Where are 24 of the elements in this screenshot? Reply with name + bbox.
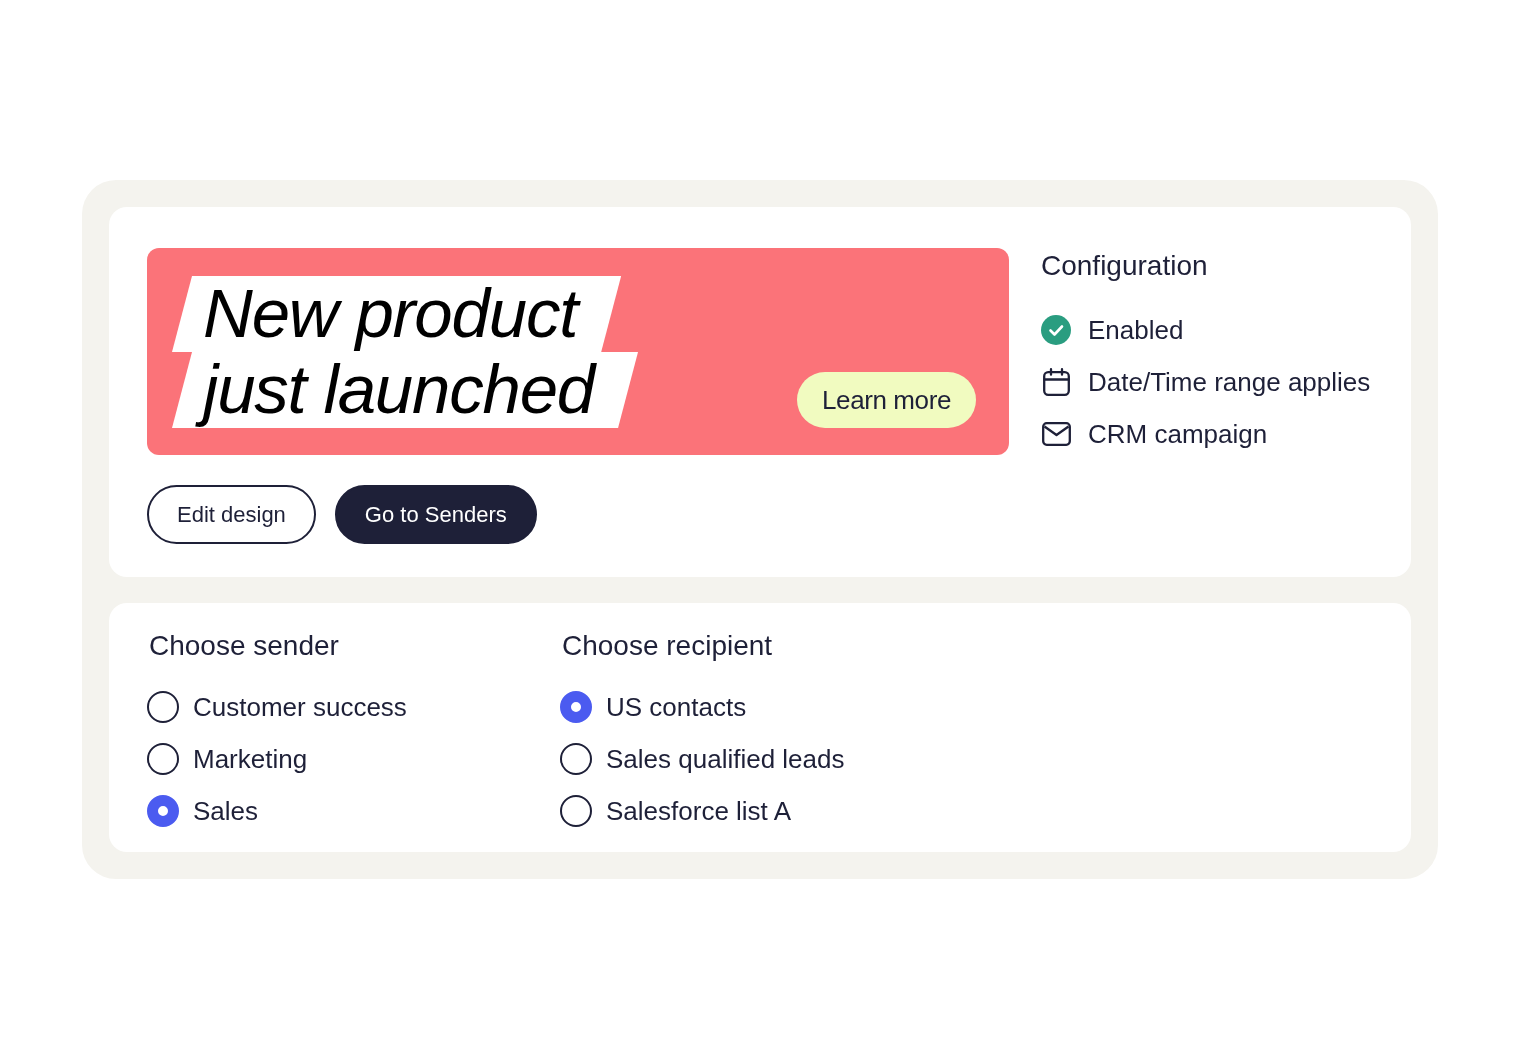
radio-button[interactable] [147, 691, 179, 723]
radio-button[interactable] [147, 795, 179, 827]
radio-label: US contacts [606, 691, 747, 723]
edit-button[interactable]: Edit design [147, 485, 316, 544]
config-item: Enabled [1088, 314, 1184, 346]
senders-button[interactable]: Go to Senders [334, 485, 537, 544]
radio-button[interactable] [560, 691, 592, 723]
config-item: CRM campaign [1088, 418, 1268, 450]
radio-label: Sales [193, 795, 259, 827]
radio-label: Customer success [193, 691, 407, 723]
radio-button[interactable] [560, 743, 592, 775]
section-title: Choose sender [148, 629, 340, 663]
check-circle-icon [1041, 315, 1071, 345]
learn-more-button[interactable]: Learn more [797, 372, 976, 428]
radio-button[interactable] [147, 743, 179, 775]
radio-label: Marketing [193, 743, 308, 775]
radio-button[interactable] [560, 795, 592, 827]
config-item: Date/Time range applies [1088, 366, 1371, 398]
envelope-icon [1041, 422, 1071, 446]
calendar-icon [1042, 368, 1070, 396]
radio-label: Salesforce list A [606, 795, 791, 827]
section-title: Configuration [1041, 249, 1209, 283]
section-title: Choose recipient [561, 629, 774, 663]
radio-label: Sales qualified leads [606, 743, 845, 775]
